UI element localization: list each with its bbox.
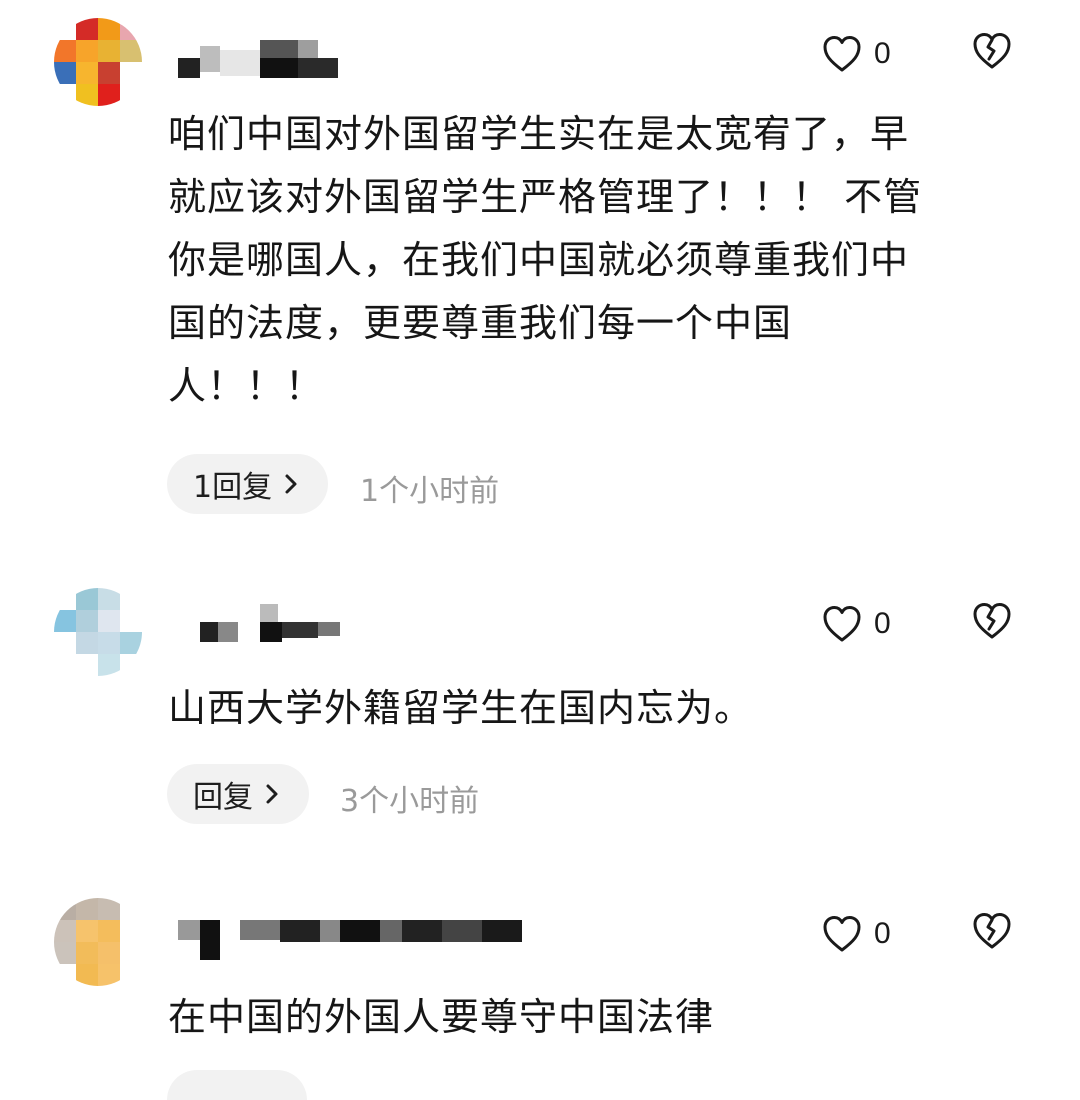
comment-time: 3个小时前 [340,784,480,819]
avatar-mosaic-cell [76,898,98,920]
chevron-right-icon [266,784,278,804]
avatar-mosaic-cell [120,942,142,964]
avatar-mosaic-cell [54,610,76,632]
reply-button[interactable]: 1回复 [167,454,329,514]
chevron-right-icon [285,474,297,494]
avatar[interactable] [54,898,142,986]
avatar-mosaic-cell [120,18,142,40]
comment-text: 山西大学外籍留学生在国内忘为。 [168,686,754,730]
broken-heart-icon [973,33,1011,69]
avatar[interactable] [54,588,142,676]
avatar-mosaic-cell [120,632,142,654]
avatar-mosaic-cell [54,84,76,106]
reply-label: 1回复 [193,470,273,505]
avatar-mosaic-cell [54,40,76,62]
avatar-mosaic-cell [120,84,142,106]
avatar-mosaic-cell [54,632,76,654]
like-count: 0 [874,37,891,70]
avatar[interactable] [54,18,142,106]
avatar-mosaic-cell [98,588,120,610]
avatar-mosaic-cell [76,18,98,40]
like-button[interactable]: 0 [822,912,902,956]
avatar-mosaic-cell [54,588,76,610]
avatar-mosaic-cell [120,920,142,942]
avatar-mosaic-cell [98,84,120,106]
avatar-mosaic-cell [98,654,120,676]
avatar-mosaic-cell [54,942,76,964]
dislike-button[interactable] [972,602,1016,646]
comment-text: 咱们中国对外国留学生实在是太宽宥了，早 就应该对外国留学生严格管理了！！！ 不管… [168,112,923,408]
reply-button[interactable]: 回复 [167,764,309,824]
avatar-mosaic-cell [76,610,98,632]
avatar-mosaic-cell [54,898,76,920]
avatar-mosaic-cell [120,610,142,632]
username-pixelated[interactable] [178,920,548,960]
avatar-mosaic-cell [98,62,120,84]
avatar-mosaic-cell [76,964,98,986]
avatar-mosaic-cell [54,964,76,986]
broken-heart-icon [973,603,1011,639]
dislike-button[interactable] [972,912,1016,956]
like-count: 0 [874,607,891,640]
heart-outline-icon [823,606,861,642]
dislike-button[interactable] [972,32,1016,76]
avatar-mosaic-cell [98,942,120,964]
avatar-mosaic-cell [98,920,120,942]
heart-outline-icon [823,36,861,72]
avatar-mosaic-cell [120,898,142,920]
reply-button-partial[interactable] [167,1070,307,1100]
avatar-mosaic-cell [76,654,98,676]
avatar-mosaic-cell [54,62,76,84]
avatar-mosaic-cell [98,632,120,654]
username-pixelated[interactable] [178,604,378,644]
avatar-mosaic-cell [76,920,98,942]
avatar-mosaic-cell [76,84,98,106]
avatar-mosaic-cell [76,632,98,654]
username-pixelated[interactable] [178,40,378,80]
comment-text: 在中国的外国人要尊守中国法律 [168,995,715,1039]
like-count: 0 [874,917,891,950]
avatar-mosaic-cell [76,62,98,84]
avatar-mosaic-cell [54,920,76,942]
avatar-mosaic-cell [54,18,76,40]
avatar-mosaic-cell [76,942,98,964]
avatar-mosaic-cell [98,40,120,62]
avatar-mosaic-cell [54,654,76,676]
avatar-mosaic-cell [98,898,120,920]
avatar-mosaic-cell [76,588,98,610]
avatar-mosaic-cell [120,964,142,986]
avatar-mosaic-cell [98,610,120,632]
avatar-mosaic-cell [76,40,98,62]
avatar-mosaic-cell [120,654,142,676]
like-button[interactable]: 0 [822,602,902,646]
comment-time: 1个小时前 [360,474,500,509]
like-button[interactable]: 0 [822,32,902,76]
reply-label: 回复 [193,780,253,815]
avatar-mosaic-cell [98,964,120,986]
broken-heart-icon [973,913,1011,949]
avatar-mosaic-cell [98,18,120,40]
heart-outline-icon [823,916,861,952]
avatar-mosaic-cell [120,40,142,62]
avatar-mosaic-cell [120,62,142,84]
avatar-mosaic-cell [120,588,142,610]
